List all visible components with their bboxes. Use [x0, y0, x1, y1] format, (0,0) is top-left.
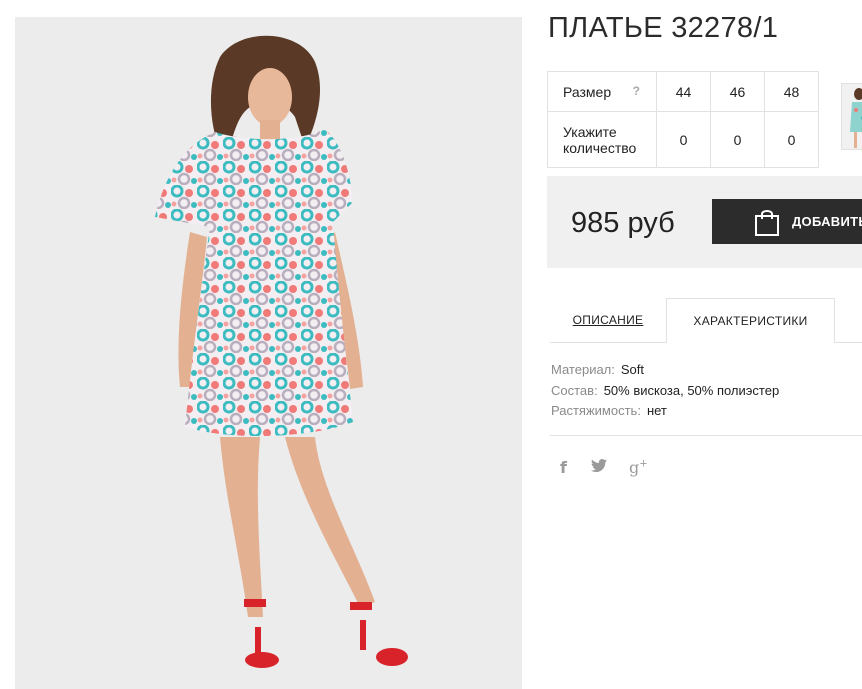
size-help-icon[interactable]: ? [633, 84, 640, 98]
spec-key: Состав: [551, 382, 598, 398]
product-title: ПЛАТЬЕ 32278/1 [548, 12, 779, 44]
spec-value: нет [646, 403, 667, 418]
social-share: f g+ [560, 458, 648, 477]
spec-value: 50% вискоза, 50% полиэстер [603, 382, 780, 398]
spec-row-composition: Состав: 50% вискоза, 50% полиэстер [551, 381, 779, 402]
googleplus-plus: + [639, 458, 648, 470]
characteristics-list: Материал: Soft Состав: 50% вискоза, 50% по… [551, 360, 779, 422]
price-panel: 985 руб ДОБАВИТЬ [547, 176, 862, 268]
size-quantity-table: Размер ? 44 46 48 Укажите количество 0 0… [547, 71, 819, 168]
product-tabs: ОПИСАНИЕ ХАРАКТЕРИСТИКИ [550, 298, 862, 343]
tab-characteristics[interactable]: ХАРАКТЕРИСТИКИ [666, 298, 835, 343]
googleplus-letter: g [628, 458, 640, 477]
spec-key: Растяжимость: [551, 403, 641, 418]
price-value: 985 руб [571, 207, 675, 239]
add-to-cart-button[interactable]: ДОБАВИТЬ [712, 199, 862, 244]
size-option-46: 46 [710, 71, 765, 112]
model-in-dress-image [155, 35, 408, 668]
tab-description[interactable]: ОПИСАНИЕ [550, 298, 666, 343]
product-photo[interactable] [15, 17, 522, 689]
product-thumbnail[interactable] [841, 83, 862, 150]
quantity-label: Укажите количество [563, 123, 637, 156]
thumbnail-image [842, 84, 862, 149]
tabs-underline [835, 342, 862, 343]
size-option-48: 48 [764, 71, 819, 112]
section-divider [550, 435, 862, 436]
add-to-cart-label: ДОБАВИТЬ [792, 214, 862, 229]
spec-value: Soft [620, 362, 645, 377]
spec-key: Материал: [551, 362, 615, 377]
facebook-icon[interactable]: f [560, 458, 567, 477]
quantity-input-48[interactable]: 0 [764, 111, 819, 168]
twitter-bird-icon [590, 458, 607, 472]
spec-row-stretch: Растяжимость: нет [551, 401, 779, 422]
shopping-bag-icon [755, 209, 779, 236]
googleplus-icon[interactable]: g+ [629, 458, 648, 477]
size-label: Размер [563, 83, 612, 100]
twitter-icon[interactable] [590, 458, 607, 477]
size-label-cell: Размер ? [547, 71, 657, 112]
size-option-44: 44 [656, 71, 711, 112]
quantity-input-46[interactable]: 0 [710, 111, 765, 168]
spec-row-material: Материал: Soft [551, 360, 779, 381]
quantity-label-cell: Укажите количество [547, 111, 657, 168]
quantity-input-44[interactable]: 0 [656, 111, 711, 168]
